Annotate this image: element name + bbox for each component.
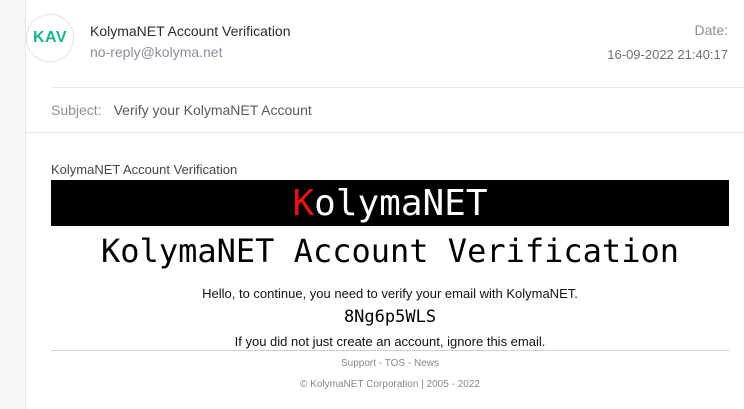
avatar: KAV — [26, 14, 74, 62]
instruction-text: Hello, to continue, you need to verify y… — [202, 286, 578, 301]
date-label: Date: — [694, 22, 728, 38]
news-link[interactable]: News — [414, 358, 439, 369]
verification-code: 8Ng6p5WLS — [343, 307, 437, 327]
subject-label: Subject: — [51, 102, 102, 118]
subject-row: Subject: Verify your KolymaNET Account — [51, 102, 312, 118]
footer-separator: - — [405, 358, 414, 369]
support-link[interactable]: Support — [341, 358, 376, 369]
ignore-notice: If you did not just create an account, i… — [234, 334, 546, 349]
header-divider — [51, 87, 744, 88]
sender-name: KolymaNET Account Verification — [90, 23, 291, 39]
brand-logo-first-letter: K — [292, 182, 315, 224]
sender-email[interactable]: no-reply@kolyma.net — [90, 44, 223, 60]
subject-divider — [26, 132, 744, 133]
date-value: 16-09-2022 21:40:17 — [607, 47, 728, 62]
main-heading: KolymaNET Account Verification — [101, 232, 679, 270]
brand-logo: KolymaNET — [292, 183, 487, 224]
footer-copyright: © KolymaNET Corporation | 2005 - 2022 — [300, 379, 480, 390]
avatar-initials: KAV — [32, 29, 68, 46]
left-gutter — [0, 0, 26, 409]
footer-divider — [51, 350, 729, 351]
brand-banner: KolymaNET — [51, 180, 729, 226]
body-title: KolymaNET Account Verification — [51, 162, 238, 177]
tos-link[interactable]: TOS — [385, 358, 405, 369]
brand-logo-rest: olymaNET — [314, 182, 488, 224]
footer-links: Support - TOS - News — [51, 358, 729, 369]
subject-text: Verify your KolymaNET Account — [113, 102, 312, 118]
footer-separator: - — [376, 358, 385, 369]
